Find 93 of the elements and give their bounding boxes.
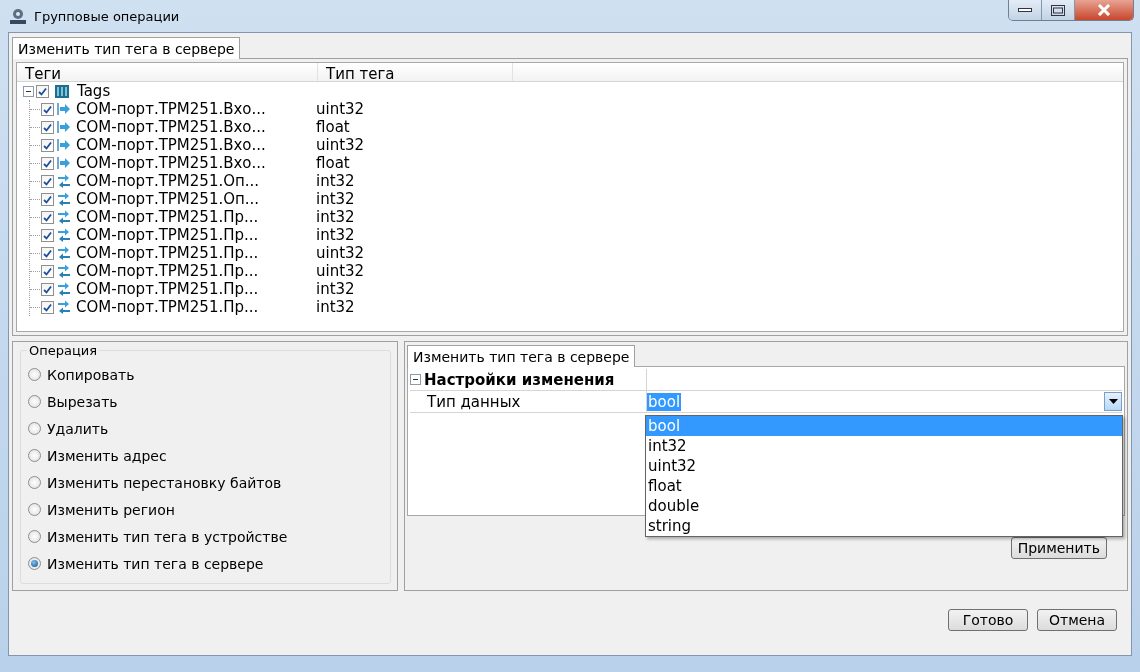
collapse-icon[interactable] [410, 374, 421, 385]
arrow-right-icon [57, 102, 71, 116]
window-title: Групповые операции [34, 8, 181, 24]
collapse-icon[interactable] [23, 85, 34, 97]
minimize-icon [1018, 7, 1032, 13]
tag-type: int32 [316, 280, 355, 298]
radio-button[interactable] [28, 395, 41, 408]
tag-name[interactable]: COM-порт.ТРМ251.Пр... [76, 280, 316, 298]
tag-type: int32 [316, 226, 355, 244]
category-label: Настройки изменения [424, 370, 615, 389]
tag-name[interactable]: COM-порт.ТРМ251.Оп... [76, 190, 316, 208]
tag-type: uint32 [316, 244, 365, 262]
tag-name[interactable]: COM-порт.ТРМ251.Вхо... [76, 100, 316, 118]
two-way-arrows-icon [57, 228, 71, 242]
tag-name[interactable]: COM-порт.ТРМ251.Пр... [76, 226, 316, 244]
checkbox[interactable] [41, 138, 54, 152]
column-header[interactable]: Тип тега [318, 63, 513, 81]
dropdown-option[interactable]: uint32 [646, 456, 1122, 476]
radio-button[interactable] [28, 422, 41, 435]
checkbox[interactable] [41, 156, 54, 170]
radio-label[interactable]: Изменить тип тега в сервере [47, 555, 264, 572]
tag-type: uint32 [316, 136, 365, 154]
minimize-button[interactable] [1009, 0, 1042, 20]
dropdown-option[interactable]: double [646, 496, 1122, 516]
maximize-button[interactable] [1042, 0, 1075, 20]
tag-type: int32 [316, 190, 355, 208]
apply-button[interactable]: Применить [1010, 537, 1107, 559]
radio-label[interactable]: Изменить адрес [47, 447, 167, 464]
tag-name[interactable]: COM-порт.ТРМ251.Пр... [76, 244, 316, 262]
checkbox[interactable] [41, 102, 54, 116]
checkbox[interactable] [41, 228, 54, 242]
tag-name[interactable]: COM-порт.ТРМ251.Оп... [76, 172, 316, 190]
checkbox[interactable] [41, 282, 54, 296]
checkbox[interactable] [41, 210, 54, 224]
radio-button[interactable] [28, 503, 41, 516]
tag-type: uint32 [316, 262, 365, 280]
arrow-right-icon [57, 138, 71, 152]
tab[interactable]: Изменить тип тега в сервере [407, 345, 636, 367]
maximize-icon [1051, 4, 1065, 16]
caret-icon [1108, 399, 1118, 404]
dropdown-option[interactable]: int32 [646, 436, 1122, 456]
radio-button[interactable] [28, 557, 41, 570]
radio-label[interactable]: Изменить тип тега в устройстве [47, 528, 288, 545]
checkbox[interactable] [41, 300, 54, 314]
arrow-right-icon [57, 156, 71, 170]
two-way-arrows-icon [57, 282, 71, 296]
two-way-arrows-icon [57, 174, 71, 188]
dialog-button[interactable]: Отмена [1037, 609, 1117, 631]
tag-name[interactable]: COM-порт.ТРМ251.Вхо... [76, 154, 316, 172]
dialog-button[interactable]: Готово [948, 609, 1028, 631]
radio-button[interactable] [28, 530, 41, 543]
tag-type: int32 [316, 298, 355, 316]
tag-name[interactable]: COM-порт.ТРМ251.Пр... [76, 262, 316, 280]
two-way-arrows-icon [57, 300, 71, 314]
column-header[interactable]: Теги [17, 63, 318, 81]
checkbox[interactable] [41, 174, 54, 188]
two-way-arrows-icon [57, 192, 71, 206]
radio-label[interactable]: Изменить перестановку байтов [47, 474, 282, 491]
tag-type: uint32 [316, 100, 365, 118]
close-button[interactable] [1075, 0, 1133, 20]
radio-label[interactable]: Вырезать [47, 393, 118, 410]
radio-button[interactable] [28, 449, 41, 462]
radio-label[interactable]: Изменить регион [47, 501, 175, 518]
checkbox[interactable] [36, 84, 49, 98]
radio-button[interactable] [28, 368, 41, 381]
checkbox[interactable] [41, 246, 54, 260]
tab[interactable]: Изменить тип тега в сервере [12, 37, 241, 59]
app-gear-icon [8, 6, 28, 26]
tag-type: int32 [316, 208, 355, 226]
dropdown-option[interactable]: float [646, 476, 1122, 496]
checkbox[interactable] [41, 120, 54, 134]
tags-folder-icon [54, 83, 70, 99]
checkbox[interactable] [41, 192, 54, 206]
tag-name[interactable]: COM-порт.ТРМ251.Пр... [76, 208, 316, 226]
tag-type: float [316, 118, 350, 136]
radio-button[interactable] [28, 476, 41, 489]
tree-item[interactable]: Tags [77, 82, 111, 100]
two-way-arrows-icon [57, 246, 71, 260]
tag-name[interactable]: COM-порт.ТРМ251.Вхо... [76, 136, 316, 154]
dropdown-option[interactable]: string [646, 516, 1122, 536]
arrow-right-icon [57, 120, 71, 134]
group-title: Операция [27, 343, 100, 358]
radio-label[interactable]: Удалить [47, 420, 109, 437]
tag-type: float [316, 154, 350, 172]
radio-label[interactable]: Копировать [47, 366, 135, 383]
dropdown-button[interactable] [1104, 392, 1122, 411]
two-way-arrows-icon [57, 210, 71, 224]
checkbox[interactable] [41, 264, 54, 278]
tag-name[interactable]: COM-порт.ТРМ251.Вхо... [76, 118, 316, 136]
two-way-arrows-icon [57, 264, 71, 278]
close-icon [1097, 4, 1111, 16]
tag-type: int32 [316, 172, 355, 190]
tag-name[interactable]: COM-порт.ТРМ251.Пр... [76, 298, 316, 316]
